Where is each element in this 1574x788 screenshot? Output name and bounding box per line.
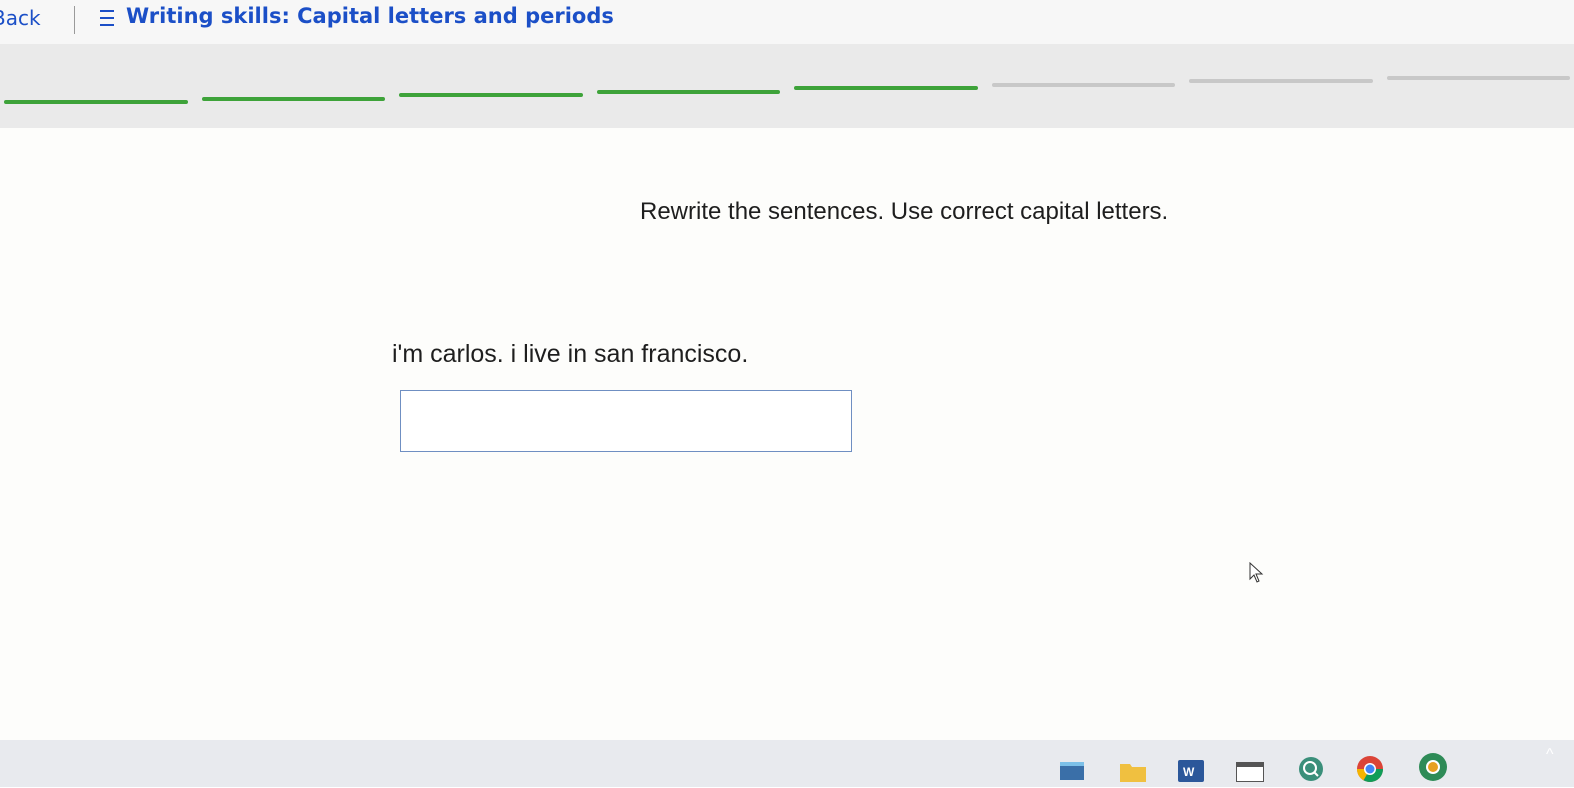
back-button[interactable]: Back [0,6,41,30]
progress-bar [0,44,1574,128]
progress-segment [4,100,188,104]
progress-segment [1189,79,1373,83]
tray-expand-icon[interactable]: ^ [1546,746,1554,764]
taskbar [0,740,1574,787]
svg-text:W: W [1183,765,1195,779]
progress-segment [794,86,978,90]
window-icon[interactable] [1235,761,1265,783]
menu-icon[interactable] [100,10,114,26]
question-area [0,128,1574,787]
answer-input[interactable] [400,390,852,452]
progress-segment [201,96,385,101]
chrome-canary-icon[interactable] [1418,752,1448,782]
question-sentence: i'm carlos. i live in san francisco. [392,340,749,368]
progress-segment [991,82,1175,87]
instruction-text: Rewrite the sentences. Use correct capit… [640,198,1169,225]
folder-icon[interactable] [1120,762,1146,782]
word-icon[interactable]: W [1178,760,1204,782]
mouse-cursor-icon [1249,562,1264,583]
progress-segment [596,89,780,94]
top-bar: Back Writing skills: Capital letters and… [0,0,1574,44]
progress-segment [1386,75,1570,80]
progress-segment [399,93,583,97]
app-icon[interactable] [1060,762,1084,780]
chrome-icon[interactable] [1356,755,1384,783]
search-icon[interactable] [1298,756,1324,782]
page-title: Writing skills: Capital letters and peri… [126,4,614,28]
header-divider [74,6,75,34]
